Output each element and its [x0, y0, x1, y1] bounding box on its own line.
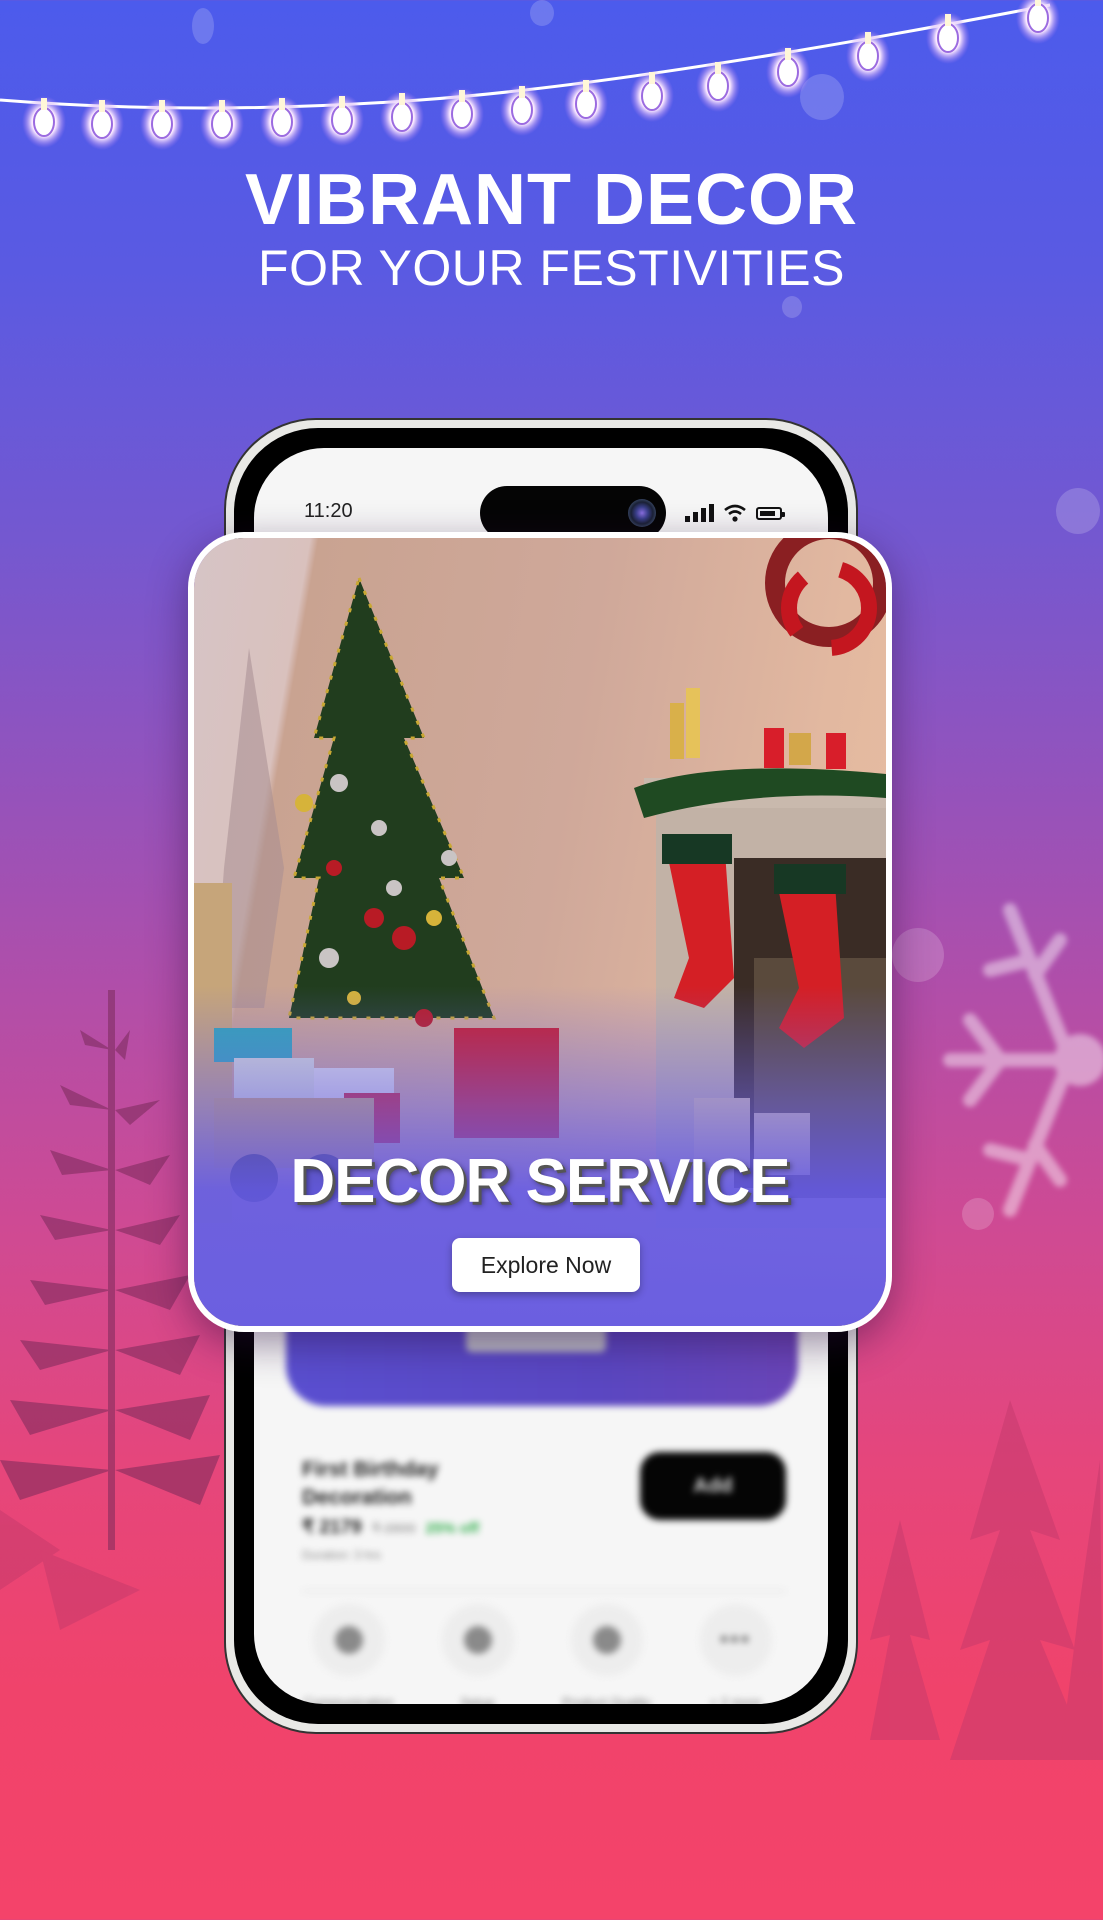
light-bulb-icon	[857, 41, 879, 71]
communication-icon	[334, 1626, 363, 1654]
light-bulb-icon	[211, 109, 233, 139]
snowflake-decoration	[943, 903, 1103, 1217]
product-price-row: ₹ 2179 ₹ 2899 25% off	[302, 1516, 479, 1539]
light-bulb-icon	[511, 95, 533, 125]
light-bulb-icon	[391, 102, 413, 132]
light-bulb-cap	[279, 98, 285, 110]
light-bulb-icon	[641, 81, 663, 111]
light-bulb-cap	[459, 90, 465, 102]
product-price: ₹ 2179	[302, 1517, 362, 1538]
light-bulb-cap	[583, 80, 589, 92]
divider	[302, 1590, 786, 1592]
feature-list: Communication Setup Product Quality ••• …	[284, 1604, 800, 1704]
status-time: 11:20	[304, 500, 353, 522]
bokeh-dot	[782, 296, 802, 318]
blurred-product-section: First Birthday Decoration ₹ 2179 ₹ 2899 …	[254, 1308, 828, 1704]
battery-icon	[756, 506, 785, 520]
light-bulb-cap	[945, 14, 951, 26]
light-bulb-icon	[151, 109, 173, 139]
feature-communication[interactable]: Communication	[294, 1604, 404, 1704]
light-bulb-cap	[99, 100, 105, 112]
feature-label: Product Quality	[562, 1695, 651, 1704]
light-bulb-icon	[777, 57, 799, 87]
status-icons	[685, 504, 785, 522]
light-bulb-cap	[339, 96, 345, 108]
light-bulb-icon	[937, 23, 959, 53]
decor-service-card[interactable]: DECOR SERVICE Explore Now	[188, 532, 892, 1332]
light-bulb-cap	[865, 32, 871, 44]
light-bulb-icon	[1027, 3, 1049, 33]
wifi-icon	[724, 504, 746, 522]
feature-setup[interactable]: Setup	[423, 1604, 533, 1704]
headline-title: VIBRANT DECOR	[244, 160, 858, 240]
product-discount: 25% off	[425, 1520, 479, 1537]
feature-label: + 2 more	[709, 1695, 762, 1704]
setup-icon	[463, 1626, 492, 1654]
add-button[interactable]: Add	[640, 1452, 786, 1520]
light-bulb-cap	[785, 48, 791, 60]
light-bulb-icon	[271, 107, 293, 137]
headline-subtitle: FOR YOUR FESTIVITIES	[258, 240, 845, 296]
light-bulb-icon	[451, 99, 473, 129]
product-quality-icon	[592, 1626, 621, 1654]
card-title: DECOR SERVICE	[290, 1147, 790, 1216]
feature-label: Setup	[460, 1695, 495, 1704]
product-name: First Birthday Decoration	[302, 1458, 439, 1509]
pine-trees-right-decoration	[870, 1400, 1103, 1760]
signal-icon	[685, 504, 714, 522]
light-bulb-cap	[399, 93, 405, 105]
light-bulb-cap	[1035, 0, 1041, 6]
string-lights	[0, 0, 1060, 150]
feature-more[interactable]: ••• + 2 more	[681, 1604, 791, 1704]
light-bulb-cap	[715, 62, 721, 74]
feature-label: Communication	[303, 1695, 394, 1704]
light-bulb-cap	[41, 98, 47, 110]
light-bulb-icon	[33, 107, 55, 137]
light-bulb-icon	[91, 109, 113, 139]
explore-now-button[interactable]: Explore Now	[452, 1238, 640, 1292]
light-bulb-icon	[707, 71, 729, 101]
light-bulb-icon	[575, 89, 597, 119]
product-original-price: ₹ 2899	[371, 1520, 416, 1536]
more-icon: •••	[719, 1626, 752, 1653]
camera-icon	[628, 499, 656, 527]
light-bulb-cap	[649, 72, 655, 84]
light-bulb-cap	[519, 86, 525, 98]
light-bulb-icon	[331, 105, 353, 135]
bokeh-dot	[1056, 488, 1100, 534]
light-bulb-cap	[219, 100, 225, 112]
feature-product-quality[interactable]: Product Quality	[552, 1604, 662, 1704]
product-duration: Duration: 3 hrs	[302, 1548, 381, 1562]
light-bulb-cap	[159, 100, 165, 112]
